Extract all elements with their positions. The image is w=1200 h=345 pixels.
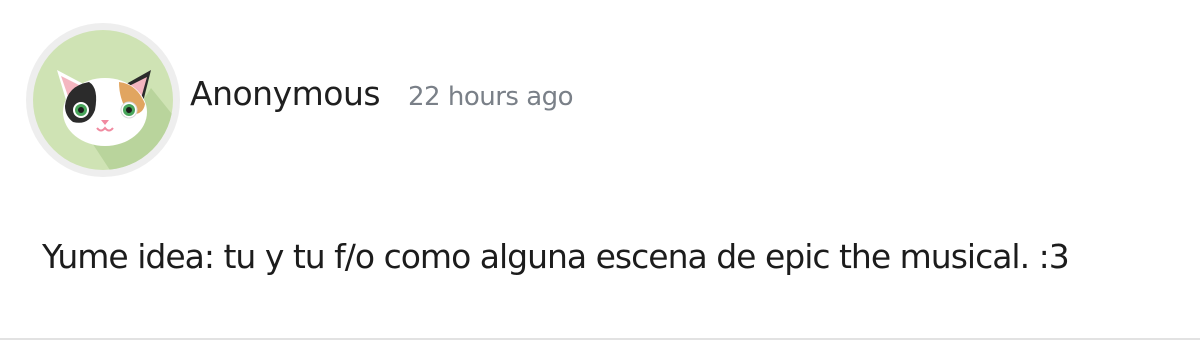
divider <box>0 338 1200 340</box>
question-text: Yume idea: tu y tu f/o como alguna escen… <box>42 237 1070 276</box>
question-card: Anonymous 22 hours ago Yume idea: tu y t… <box>0 0 1200 345</box>
calico-cat-icon <box>33 30 173 170</box>
author-name[interactable]: Anonymous <box>190 74 381 113</box>
avatar[interactable] <box>26 23 180 177</box>
post-timestamp: 22 hours ago <box>408 82 574 112</box>
